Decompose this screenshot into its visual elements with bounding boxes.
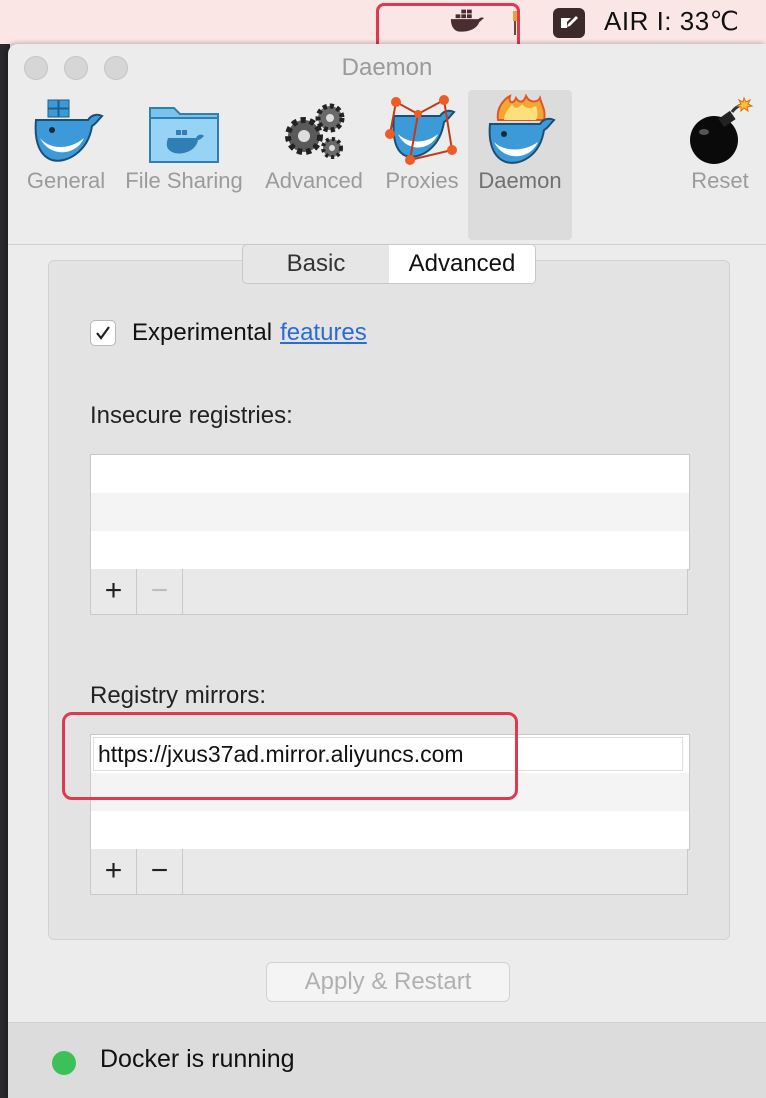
- tab-advanced-settings[interactable]: Advanced: [389, 245, 535, 283]
- insecure-registries-list[interactable]: [90, 454, 690, 570]
- tab-file-sharing[interactable]: File Sharing: [120, 90, 248, 240]
- add-registry-mirror-button[interactable]: +: [91, 849, 137, 894]
- tab-file-sharing-label: File Sharing: [125, 168, 243, 193]
- annotation-highlight-box: [62, 712, 518, 800]
- reset-label: Reset: [691, 168, 749, 193]
- temperature-readout[interactable]: AIR I: 33℃: [604, 6, 739, 37]
- tab-daemon[interactable]: Daemon: [468, 90, 572, 240]
- apply-restart-button[interactable]: Apply & Restart: [266, 962, 510, 1002]
- tab-proxies[interactable]: Proxies: [376, 90, 468, 240]
- insecure-registries-label: Insecure registries:: [90, 402, 293, 429]
- note-edit-icon[interactable]: [553, 8, 585, 38]
- docker-whale-icon: [34, 99, 104, 162]
- experimental-label: Experimental: [132, 319, 273, 346]
- daemon-preferences-window: Daemon General File Sharing Advanced Pro…: [8, 44, 766, 1098]
- proxy-whale-icon: [385, 95, 457, 165]
- registry-mirrors-label: Registry mirrors:: [90, 682, 267, 709]
- title-bar: Daemon: [8, 44, 766, 92]
- insecure-registries-toolbar: + −: [90, 569, 688, 615]
- reset-button[interactable]: Reset: [680, 90, 760, 240]
- features-link[interactable]: features: [280, 319, 367, 347]
- checkmark-icon: [96, 326, 110, 340]
- gears-icon: [285, 103, 345, 159]
- list-row[interactable]: [91, 811, 689, 849]
- status-text: Docker is running: [100, 1045, 295, 1073]
- preferences-toolbar: General File Sharing Advanced Proxies Da…: [8, 88, 766, 245]
- experimental-features-row: Experimental features: [90, 316, 367, 350]
- add-insecure-registry-button[interactable]: +: [91, 569, 137, 614]
- tab-daemon-label: Daemon: [478, 168, 562, 193]
- list-row[interactable]: [91, 455, 689, 493]
- tab-proxies-label: Proxies: [385, 168, 459, 193]
- status-indicator-icon: [52, 1051, 76, 1075]
- remove-insecure-registry-button[interactable]: −: [137, 569, 183, 614]
- registry-mirrors-toolbar: + −: [90, 849, 688, 895]
- bomb-icon: [690, 96, 754, 164]
- remove-registry-mirror-button[interactable]: −: [137, 849, 183, 894]
- tab-general-label: General: [26, 168, 106, 193]
- list-row[interactable]: [91, 493, 689, 531]
- tab-general[interactable]: General: [18, 90, 114, 240]
- flaming-whale-icon: [488, 94, 556, 164]
- experimental-checkbox[interactable]: [90, 320, 116, 346]
- status-bar: Docker is running: [8, 1022, 766, 1098]
- list-row[interactable]: [91, 531, 689, 569]
- window-title: Daemon: [341, 54, 433, 81]
- segmented-control: Basic Advanced: [242, 244, 536, 284]
- tab-advanced-label: Advanced: [265, 168, 363, 193]
- tab-advanced[interactable]: Advanced: [260, 90, 368, 240]
- folder-whale-icon: [149, 107, 219, 163]
- tab-basic[interactable]: Basic: [243, 245, 389, 283]
